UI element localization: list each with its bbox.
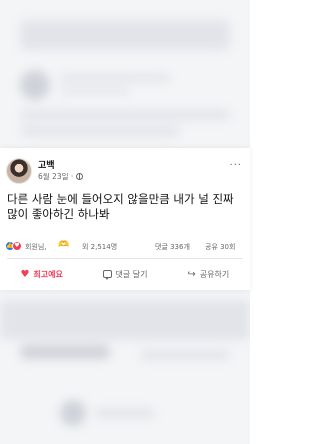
reaction-names[interactable]: 회원님,: [25, 242, 47, 252]
share-button[interactable]: ↪ 공유하기: [167, 262, 250, 286]
comment-count[interactable]: 댓글 336개: [155, 242, 190, 252]
avatar[interactable]: [6, 158, 32, 184]
comment-label: 댓글 달기: [115, 269, 148, 279]
share-label: 공유하기: [199, 269, 230, 279]
post-stats: 👍 ♥ 회원님, 🫶 외 2,514명 댓글 336개 공유 30회: [5, 240, 245, 254]
divider: [7, 258, 243, 259]
globe-icon: [76, 173, 84, 180]
author-name[interactable]: 고백: [38, 158, 55, 171]
post-meta: 6월 23일 ·: [38, 171, 84, 182]
comment-button[interactable]: 댓글 달기: [83, 262, 166, 286]
share-count[interactable]: 공유 30회: [205, 242, 235, 252]
love-reaction-label: 최고예요: [33, 269, 63, 279]
love-icon: ♥: [12, 241, 22, 251]
action-bar: ♥ 최고예요 댓글 달기 ↪ 공유하기: [0, 262, 250, 286]
post-text: 다른 사람 눈에 들어오지 않을만큼 내가 널 진짜 많이 좋아하긴 하나봐: [7, 192, 234, 221]
heart-icon: ♥: [20, 268, 30, 280]
comment-icon: [102, 270, 112, 280]
reaction-icons[interactable]: 👍 ♥: [5, 241, 27, 251]
share-icon: ↪: [187, 268, 196, 280]
more-options-button[interactable]: ···: [229, 160, 242, 171]
love-reaction-button[interactable]: ♥ 최고예요: [0, 262, 83, 286]
post-card: 고백 6월 23일 · ··· 다른 사람 눈에 들어오지 않을만큼 내가 널 …: [0, 148, 250, 290]
heart-hands-emoji: 🫶: [58, 240, 70, 250]
reaction-count[interactable]: 외 2,514명: [82, 242, 117, 252]
post-date[interactable]: 6월 23일 ·: [38, 171, 73, 182]
